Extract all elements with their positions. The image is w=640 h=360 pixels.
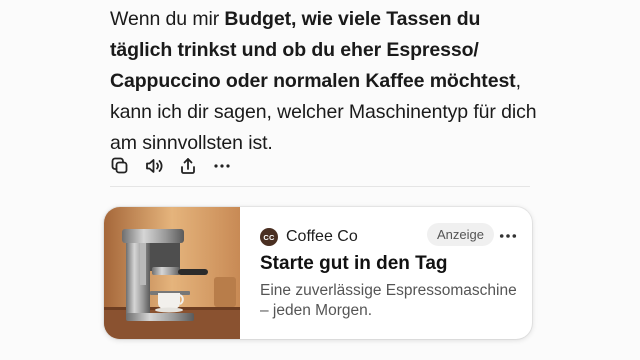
- more-actions-button[interactable]: [212, 156, 232, 176]
- copy-icon: [111, 157, 128, 174]
- share-button[interactable]: [178, 156, 198, 176]
- advertiser-logo: CC: [260, 228, 278, 246]
- message-actions: [110, 156, 232, 176]
- speaker-icon: [146, 159, 163, 173]
- copy-button[interactable]: [110, 156, 130, 176]
- ad-content: CC Coffee Co Anzeige Starte gut in den T…: [260, 207, 532, 339]
- divider: [110, 186, 530, 187]
- read-aloud-button[interactable]: [144, 156, 164, 176]
- espresso-machine-image: [104, 207, 240, 339]
- sponsored-badge: Anzeige: [427, 223, 494, 246]
- more-horizontal-icon: [499, 234, 517, 238]
- share-icon: [181, 158, 195, 174]
- more-horizontal-icon: [214, 164, 230, 168]
- assistant-message: Wenn du mir Budget, wie viele Tassen du …: [110, 4, 540, 159]
- ad-description: Eine zuverlässige Espressomaschine – jed…: [260, 282, 517, 319]
- sponsored-ad-card[interactable]: CC Coffee Co Anzeige Starte gut in den T…: [104, 207, 532, 339]
- advertiser-name: Coffee Co: [286, 228, 358, 245]
- message-text-1: Wenn du mir: [110, 8, 225, 30]
- ad-options-button[interactable]: [498, 229, 518, 243]
- ad-headline: Starte gut in den Tag: [260, 253, 448, 274]
- advertiser: CC Coffee Co: [260, 228, 358, 246]
